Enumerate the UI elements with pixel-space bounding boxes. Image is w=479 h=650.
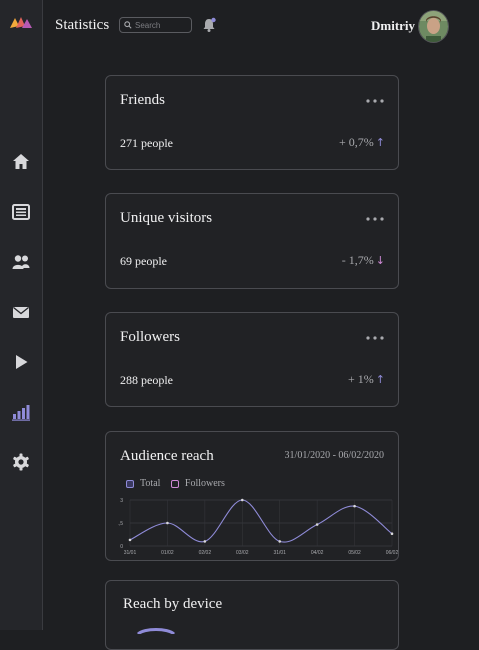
data-point (128, 538, 132, 542)
newspaper-icon (12, 204, 30, 220)
avatar[interactable] (418, 10, 449, 43)
unique-visitors-card: Unique visitors 69 people - 1,7% ↓ (105, 193, 399, 289)
x-tick-label: 02/02 (199, 550, 212, 556)
arrow-up-icon: ↑ (375, 373, 385, 386)
chart-legend: Total Followers (126, 478, 233, 491)
card-title: Friends (120, 92, 165, 108)
x-tick-label: 04/02 (311, 550, 324, 556)
more-options-icon[interactable] (365, 335, 385, 341)
arrow-up-icon: ↑ (375, 136, 385, 149)
y-tick-label: 1,5 (118, 521, 123, 527)
card-title: Audience reach (120, 448, 214, 464)
data-point (353, 504, 356, 508)
data-point (203, 540, 207, 543)
stat-value: 271 people (120, 136, 173, 150)
change-percent: - 1,7% (341, 253, 374, 267)
audience-reach-chart: 01,5331/0101/0202/0203/0231/0104/0205/02… (118, 498, 399, 556)
audience-reach-card: Audience reach 31/01/2020 - 06/02/2020 T… (105, 431, 399, 561)
stat-change: + 0,7% ↑ (339, 135, 385, 150)
card-title: Unique visitors (120, 210, 213, 226)
mail-icon (13, 306, 29, 318)
x-tick-label: 06/02 (386, 550, 399, 556)
series-line (129, 499, 393, 543)
y-tick-label: 3 (120, 498, 123, 504)
sidebar-item-videos[interactable] (11, 352, 31, 372)
x-tick-label: 31/01 (273, 550, 286, 556)
avatar-image (419, 11, 448, 42)
data-point (278, 540, 282, 543)
stat-value: 288 people (120, 373, 173, 387)
bell-icon[interactable] (202, 17, 216, 33)
x-tick-label: 31/01 (124, 550, 137, 556)
gear-icon (13, 453, 29, 471)
data-point (390, 532, 394, 536)
card-title: Followers (120, 329, 180, 345)
device-chart-ring (136, 628, 176, 634)
logo-icon[interactable] (10, 14, 32, 30)
user-name[interactable]: Dmitriy (371, 18, 415, 34)
play-icon (16, 355, 28, 369)
legend-swatch-followers (170, 479, 179, 488)
sidebar-item-home[interactable] (11, 152, 31, 172)
change-percent: + 1% (348, 372, 374, 386)
legend-label: Followers (184, 478, 225, 489)
data-point (240, 498, 244, 502)
x-tick-label: 03/02 (236, 550, 249, 556)
search-box[interactable] (119, 17, 192, 33)
friends-card: Friends 271 people + 0,7% ↑ (105, 75, 399, 170)
followers-card: Followers 288 people + 1% ↑ (105, 312, 399, 407)
legend-swatch-total (126, 479, 134, 488)
reach-by-device-card: Reach by device (105, 580, 399, 650)
card-title: Reach by device (123, 596, 223, 612)
bar-chart-icon (12, 405, 30, 421)
more-options-icon[interactable] (365, 216, 385, 222)
sidebar-item-statistics[interactable] (11, 402, 31, 422)
legend-item-followers[interactable]: Followers (170, 478, 225, 489)
sidebar-item-settings[interactable] (11, 452, 31, 472)
change-percent: + 0,7% (339, 135, 374, 149)
x-tick-label: 05/02 (348, 550, 361, 556)
sidebar-item-messages[interactable] (11, 302, 31, 322)
stat-change: + 1% ↑ (348, 372, 385, 387)
sidebar-item-news[interactable] (11, 202, 31, 222)
page-title: Statistics (55, 17, 110, 33)
data-point (166, 521, 169, 525)
x-tick-label: 01/02 (161, 550, 174, 556)
search-input[interactable] (135, 18, 189, 32)
home-icon (13, 154, 29, 169)
more-options-icon[interactable] (365, 98, 385, 104)
sidebar-item-friends[interactable] (11, 252, 31, 272)
users-icon (12, 255, 30, 269)
arrow-down-icon: ↓ (375, 254, 385, 267)
sidebar (0, 0, 43, 630)
legend-item-total[interactable]: Total (126, 478, 160, 489)
date-range[interactable]: 31/01/2020 - 06/02/2020 (285, 450, 384, 461)
stat-value: 69 people (120, 254, 167, 268)
data-point (315, 523, 319, 526)
legend-label: Total (140, 478, 161, 489)
search-icon (124, 21, 132, 29)
stat-change: - 1,7% ↓ (342, 253, 385, 268)
